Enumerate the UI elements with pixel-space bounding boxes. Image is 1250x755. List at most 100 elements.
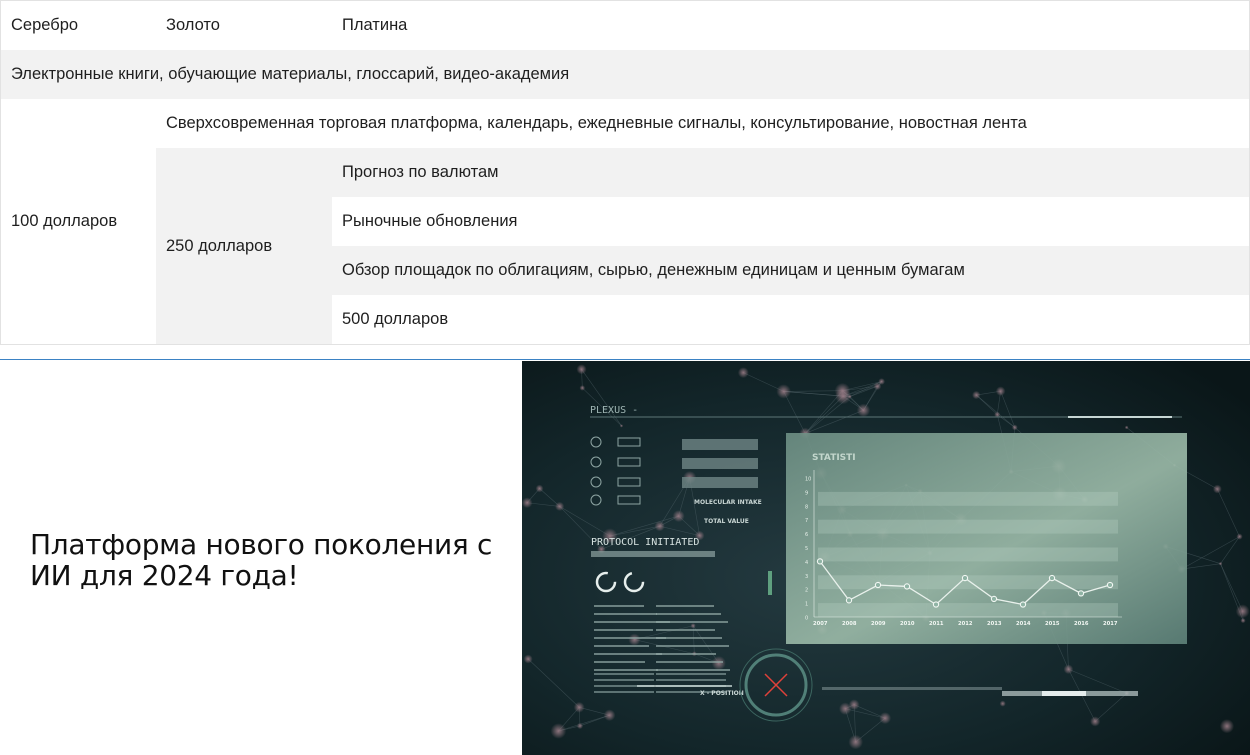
- network-dot: [573, 701, 585, 713]
- network-dot: [628, 633, 641, 646]
- platinum-feature-1: Прогноз по валютам: [332, 148, 1250, 197]
- chart-x-tick: 2017: [1103, 621, 1118, 627]
- table-row: 250 долларов Прогноз по валютам: [1, 148, 1250, 345]
- hud-text-line: [594, 629, 653, 631]
- chart-point: [990, 595, 998, 603]
- chart-y-tick: 0: [805, 616, 808, 622]
- chart-y-tick: 4: [805, 560, 808, 566]
- table-row: 100 долларов Сверхсовременная торговая п…: [0, 99, 1250, 345]
- network-dot: [995, 386, 1006, 396]
- hud-text-line: [656, 637, 722, 639]
- chart-point: [961, 574, 969, 582]
- chart-stripe: [818, 491, 1118, 506]
- chart-point: [903, 583, 911, 590]
- hud-text-line: [656, 661, 723, 663]
- hud-text-line: [656, 673, 726, 675]
- chart-x-tick: 2012: [958, 621, 973, 627]
- section-divider: [0, 359, 1250, 360]
- platinum-feature-2: Рыночные обновления: [332, 197, 1250, 246]
- plans-comparison-table: Серебро Золото Платина Электронные книги…: [0, 0, 1250, 345]
- chart-point: [816, 558, 824, 565]
- network-dot: [856, 403, 871, 417]
- network-dot: [1218, 561, 1223, 566]
- hud-text-line: [656, 679, 726, 681]
- network-dot: [1240, 617, 1246, 624]
- promo-headline: Платформа нового поколения с ИИ для 2024…: [30, 528, 493, 592]
- hud-text-line: [594, 613, 657, 615]
- hud-protocol-label: PROTOCOL INITIATED: [591, 537, 699, 548]
- chart-y-tick: 1: [805, 602, 808, 608]
- hud-text-line: [594, 645, 649, 647]
- chart-x-tick: 2014: [1016, 621, 1031, 627]
- hud-molecular-label: MOLECULAR INTAKE: [694, 499, 762, 506]
- header-gold: Золото: [156, 0, 332, 50]
- network-dot: [690, 623, 696, 629]
- hud-text-line: [656, 645, 729, 647]
- hud-total-label: TOTAL VALUE: [704, 518, 749, 525]
- chart-point: [1048, 574, 1056, 582]
- chart-point: [1019, 601, 1027, 608]
- network-dot: [1011, 424, 1018, 431]
- network-dot: [1090, 716, 1101, 727]
- network-dot: [839, 702, 852, 715]
- network-dot: [1219, 719, 1235, 734]
- network-dot: [873, 382, 882, 391]
- hud-text-line: [656, 621, 728, 623]
- all-plans-features: Электронные книги, обучающие материалы, …: [0, 50, 1250, 99]
- chart-x-tick: 2015: [1045, 621, 1060, 627]
- network-dot: [848, 734, 863, 750]
- hud-text-line: [594, 661, 645, 663]
- table-row: Электронные книги, обучающие материалы, …: [0, 50, 1250, 99]
- network-dot: [672, 510, 685, 523]
- hud-text-line: [656, 629, 715, 631]
- network-dot: [999, 700, 1006, 707]
- chart-stripe: [818, 603, 1118, 617]
- network-dot: [576, 364, 587, 375]
- chart-y-tick: 5: [805, 546, 808, 552]
- chart-y-tick: 7: [805, 518, 808, 524]
- network-dot: [523, 654, 533, 664]
- platinum-feature-3: Обзор площадок по облигациям, сырью, ден…: [332, 246, 1250, 295]
- network-dot: [579, 385, 586, 391]
- gold-price: 250 долларов: [156, 148, 332, 345]
- chart-x-tick: 2010: [900, 621, 915, 627]
- network-dot: [576, 722, 584, 730]
- gold-plus-features: Сверхсовременная торговая платформа, кал…: [156, 99, 1250, 148]
- network-dot: [654, 521, 665, 532]
- chart-y-tick: 6: [805, 532, 808, 538]
- hud-text-line: [656, 653, 716, 655]
- network-dot: [972, 390, 981, 400]
- hud-text-line: [594, 653, 662, 655]
- hero-brand-label: PLEXUS -: [590, 405, 638, 416]
- chart-x-tick: 2011: [929, 621, 944, 627]
- hero-illustration: PLEXUS - MOLECULAR INTAKE TOTAL VALUE PR…: [522, 361, 1250, 755]
- hud-text-line: [594, 691, 654, 693]
- hud-text-line: [656, 669, 730, 671]
- hud-text-line: [594, 673, 654, 675]
- chart-point: [845, 597, 853, 604]
- hero-image: PLEXUS - MOLECULAR INTAKE TOTAL VALUE PR…: [522, 361, 1250, 755]
- hud-text-line: [594, 637, 666, 639]
- hud-text-line: [656, 613, 721, 615]
- chart-stripe: [818, 547, 1118, 562]
- chart-y-tick: 8: [805, 504, 808, 510]
- hud-text-line: [594, 605, 644, 607]
- network-dot: [879, 712, 892, 725]
- chart-point: [1106, 581, 1114, 589]
- hud-text-line: [656, 605, 714, 607]
- chart-x-tick: 2009: [871, 621, 886, 627]
- network-dot: [776, 384, 791, 399]
- network-dot: [603, 709, 616, 722]
- network-dot: [1212, 484, 1222, 494]
- chart-y-tick: 9: [805, 490, 808, 496]
- chart-x-tick: 2007: [813, 621, 828, 627]
- chart-stripe: [818, 519, 1118, 534]
- network-dot: [1235, 604, 1250, 619]
- table-header-row: Серебро Золото Платина: [0, 0, 1250, 50]
- hud-progress-track: [822, 687, 1002, 690]
- chart-point: [932, 601, 940, 608]
- hud-text-line: [594, 679, 654, 681]
- network-dot: [619, 424, 624, 428]
- network-dot: [1236, 533, 1243, 540]
- header-platinum: Платина: [332, 0, 1250, 50]
